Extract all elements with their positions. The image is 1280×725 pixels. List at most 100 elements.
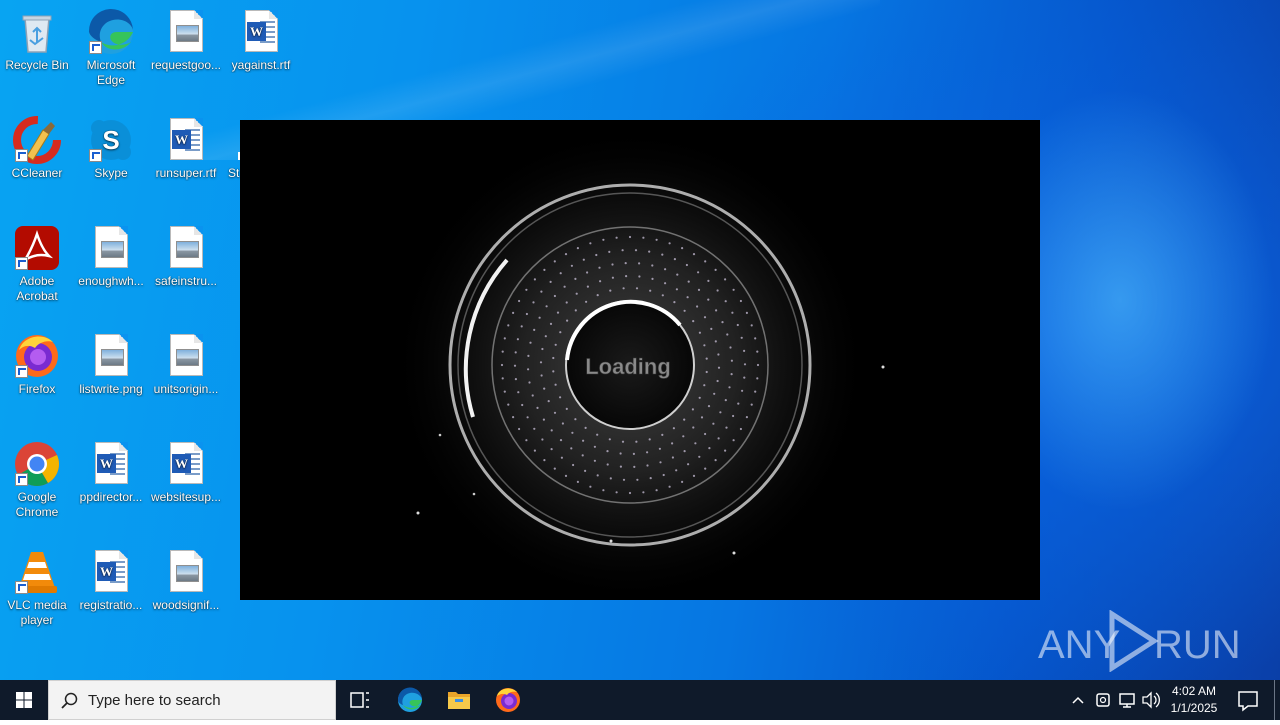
- decor-dot: [698, 455, 701, 458]
- decor-dot: [716, 289, 719, 292]
- decor-dot: [593, 459, 596, 462]
- desktop-icon-ppdirector[interactable]: W ppdirector...: [74, 432, 148, 505]
- decor-dot: [622, 287, 625, 290]
- decor-dot: [543, 268, 546, 271]
- decor-dot: [570, 447, 573, 450]
- decor-dot: [683, 418, 686, 421]
- decor-dot: [564, 474, 568, 477]
- icon-label: unitsorigin...: [153, 382, 219, 396]
- decor-dot: [732, 414, 735, 418]
- meet-now-button[interactable]: [1091, 680, 1115, 720]
- decor-dot: [538, 316, 541, 319]
- desktop-icon-requestgoo[interactable]: requestgoo...: [149, 0, 223, 73]
- decor-dot: [531, 394, 534, 397]
- decor-dot: [542, 418, 545, 421]
- decor-dot: [726, 333, 729, 336]
- desktop-icon-unitsorigin[interactable]: unitsorigin...: [149, 324, 223, 397]
- desktop-icon-safeinstru[interactable]: safeinstru...: [149, 216, 223, 289]
- icon-label: websitesup...: [150, 490, 222, 504]
- icon-label: enoughwh...: [78, 274, 144, 288]
- decor-dot: [564, 253, 568, 256]
- taskbar-edge-button[interactable]: [386, 680, 434, 720]
- decor-dot: [664, 282, 667, 285]
- ccleaner-icon: [13, 116, 61, 164]
- taskbar-file-explorer-button[interactable]: [435, 680, 483, 720]
- task-view-button[interactable]: [336, 680, 384, 720]
- desktop-icon-ccleaner[interactable]: CCleaner: [0, 108, 74, 181]
- decor-dot: [683, 450, 686, 453]
- desktop-icon-enoughwh[interactable]: enoughwh...: [74, 216, 148, 289]
- decor-dot: [704, 260, 707, 263]
- decor-dot: [526, 416, 529, 419]
- decor-dot: [589, 485, 592, 488]
- decor-dot: [724, 399, 727, 402]
- decor-dot: [602, 489, 605, 492]
- decor-dot: [512, 416, 515, 419]
- desktop-icon-google-chrome[interactable]: Google Chrome: [0, 432, 74, 520]
- decor-dot: [682, 435, 685, 438]
- action-center-button[interactable]: [1228, 680, 1268, 720]
- show-hidden-icons-button[interactable]: [1066, 680, 1090, 720]
- decor-dot: [622, 478, 626, 481]
- decor-dot: [525, 439, 528, 442]
- desktop-icon-listwrite[interactable]: listwrite.png: [74, 324, 148, 397]
- decor-dot: [736, 323, 739, 327]
- decor-dot: [691, 408, 694, 411]
- decor-dot: [582, 439, 585, 442]
- search-placeholder: Type here to search: [88, 692, 221, 709]
- loading-window[interactable]: Loading: [240, 120, 1040, 600]
- decor-dot: [712, 422, 715, 425]
- volume-button[interactable]: [1139, 680, 1163, 720]
- taskbar-search-box[interactable]: Type here to search: [48, 680, 336, 720]
- decor-dot: [533, 328, 536, 331]
- start-button[interactable]: [0, 680, 48, 720]
- desktop-icon-firefox[interactable]: Firefox: [0, 324, 74, 397]
- decor-dot: [514, 378, 517, 381]
- decor-dot: [559, 396, 562, 399]
- clock-button[interactable]: 4:02 AM 1/1/2025: [1164, 680, 1224, 720]
- decor-dot: [571, 431, 574, 434]
- decor-dot: [574, 418, 577, 421]
- watermark-text-left: ANY: [1038, 623, 1120, 667]
- edge-icon: [397, 687, 422, 712]
- decor-dot: [743, 349, 746, 352]
- shortcut-arrow-icon: [15, 473, 28, 486]
- decor-dot: [503, 337, 506, 340]
- decor-dot: [687, 280, 690, 283]
- decor-dot: [553, 260, 556, 263]
- decor-dot: [565, 407, 568, 410]
- decor-dot: [705, 357, 708, 360]
- shortcut-arrow-icon: [15, 581, 28, 594]
- icon-label: Firefox: [18, 382, 56, 396]
- decor-dot: [586, 271, 589, 274]
- desktop-icon-skype[interactable]: S Skype: [74, 108, 148, 181]
- decor-dot: [707, 405, 711, 408]
- desktop-icon-adobe-acrobat[interactable]: Adobe Acrobat: [0, 216, 74, 304]
- decor-dot: [593, 445, 596, 448]
- decor-dot: [743, 363, 747, 366]
- decor-dot: [713, 392, 716, 395]
- task-view-icon: [350, 692, 369, 708]
- desktop-icon-yagainst[interactable]: W yagainst.rtf: [224, 0, 298, 73]
- show-desktop-divider[interactable]: [1274, 680, 1275, 720]
- shortcut-arrow-icon: [15, 149, 28, 162]
- decor-dot: [596, 474, 599, 477]
- decor-dot: [646, 451, 649, 454]
- desktop-icon-microsoft-edge[interactable]: Microsoft Edge: [74, 0, 148, 88]
- decor-dot: [659, 461, 662, 464]
- firefox-icon: [13, 332, 61, 380]
- desktop-icon-recycle-bin[interactable]: Recycle Bin: [0, 0, 74, 73]
- network-button[interactable]: [1115, 680, 1139, 720]
- decor-dot: [648, 438, 651, 441]
- shortcut-arrow-icon: [15, 257, 28, 270]
- decor-dot: [608, 250, 611, 253]
- desktop-icon-woodsignif[interactable]: woodsignif...: [149, 540, 223, 613]
- desktop-icon-registratio[interactable]: W registratio...: [74, 540, 148, 613]
- decor-dot: [714, 459, 717, 462]
- desktop-icon-websitesup[interactable]: W websitesup...: [149, 432, 223, 505]
- taskbar-firefox-button[interactable]: [484, 680, 532, 720]
- decor-dot: [655, 238, 658, 241]
- desktop-icon-vlc[interactable]: VLC media player: [0, 540, 74, 628]
- image-file-icon: [162, 548, 210, 596]
- desktop-icon-runsuper[interactable]: W runsuper.rtf: [149, 108, 223, 181]
